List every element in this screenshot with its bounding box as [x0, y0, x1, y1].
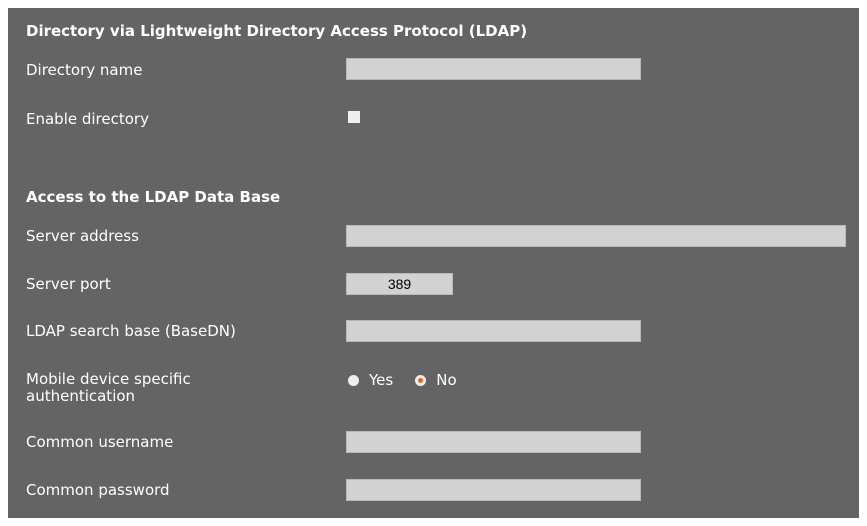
directory-name-input[interactable] — [346, 58, 641, 80]
server-address-input[interactable] — [346, 225, 846, 247]
common-username-input[interactable] — [346, 431, 641, 453]
server-address-label: Server address — [26, 227, 139, 245]
mobile-auth-no-radio[interactable] — [415, 374, 427, 386]
ldap-settings-panel: Directory via Lightweight Directory Acce… — [8, 8, 859, 518]
mobile-auth-yes-radio[interactable] — [348, 374, 359, 386]
search-base-input[interactable] — [346, 320, 641, 342]
mobile-auth-label: Mobile device specific authentication — [26, 371, 191, 405]
mobile-auth-label-line2: authentication — [26, 387, 136, 405]
access-section-title: Access to the LDAP Data Base — [26, 188, 281, 206]
directory-name-label: Directory name — [26, 61, 143, 79]
common-password-label: Common password — [26, 481, 170, 499]
mobile-auth-yes-label[interactable]: Yes — [369, 371, 393, 389]
common-username-label: Common username — [26, 433, 174, 451]
mobile-auth-label-line1: Mobile device specific — [26, 370, 191, 388]
common-password-input[interactable] — [346, 479, 641, 501]
server-port-input[interactable] — [346, 273, 453, 295]
server-port-label: Server port — [26, 275, 111, 293]
ldap-section-title: Directory via Lightweight Directory Acce… — [26, 22, 528, 40]
search-base-label: LDAP search base (BaseDN) — [26, 322, 236, 340]
mobile-auth-radio-group: Yes No — [348, 371, 479, 389]
mobile-auth-no-label[interactable]: No — [436, 371, 456, 389]
enable-directory-label: Enable directory — [26, 110, 149, 128]
enable-directory-checkbox[interactable] — [348, 111, 360, 123]
